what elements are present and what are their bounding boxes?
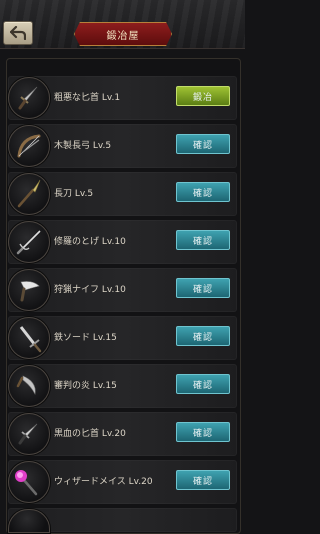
item-name: 木製長弓 Lv.5: [54, 141, 112, 151]
list-item: 審判の炎 Lv.15 確認: [8, 364, 237, 408]
check-button[interactable]: 確認: [176, 182, 230, 202]
list-item: 狩猟ナイフ Lv.10 確認: [8, 268, 237, 312]
list-item: 長刀 Lv.5 確認: [8, 172, 237, 216]
item-name: 審判の炎 Lv.15: [54, 381, 117, 391]
list-item: 黒血の匕首 Lv.20 確認: [8, 412, 237, 456]
item-name: 鉄ソード Lv.15: [54, 333, 117, 343]
title-banner: 鍛冶屋: [74, 22, 172, 46]
wizard-mace-icon: [8, 461, 50, 503]
back-button[interactable]: [3, 21, 33, 45]
check-button[interactable]: 確認: [176, 278, 230, 298]
list-item: 修羅のとげ Lv.10 確認: [8, 220, 237, 264]
item-name: 狩猟ナイフ Lv.10: [54, 285, 126, 295]
bow-icon: [8, 125, 50, 167]
check-button[interactable]: 確認: [176, 470, 230, 490]
check-button[interactable]: 確認: [176, 230, 230, 250]
check-button[interactable]: 確認: [176, 326, 230, 346]
item-name: 修羅のとげ Lv.10: [54, 237, 126, 247]
list-item: 鉄ソード Lv.15 確認: [8, 316, 237, 360]
check-button[interactable]: 確認: [176, 422, 230, 442]
naginata-icon: [8, 173, 50, 215]
list-item-partial: [8, 508, 237, 533]
black-dagger-icon: [8, 413, 50, 455]
back-arrow-icon: [10, 26, 26, 40]
list-item: 粗悪な匕首 Lv.1 鍛冶: [8, 76, 237, 120]
item-name: 長刀 Lv.5: [54, 189, 94, 199]
item-name: 黒血の匕首 Lv.20: [54, 429, 126, 439]
iron-sword-icon: [8, 317, 50, 359]
item-icon: [8, 509, 50, 533]
list-item: 木製長弓 Lv.5 確認: [8, 124, 237, 168]
page-title: 鍛冶屋: [106, 30, 140, 42]
rapier-icon: [8, 221, 50, 263]
hunting-knife-icon: [8, 269, 50, 311]
item-name: 粗悪な匕首 Lv.1: [54, 93, 121, 103]
check-button[interactable]: 確認: [176, 374, 230, 394]
forge-button[interactable]: 鍛冶: [176, 86, 230, 106]
check-button[interactable]: 確認: [176, 134, 230, 154]
list-item: ウィザードメイス Lv.20 確認: [8, 460, 237, 504]
top-bar: 鍛冶屋: [0, 0, 245, 49]
dagger-icon: [8, 77, 50, 119]
curved-blade-icon: [8, 365, 50, 407]
item-name: ウィザードメイス Lv.20: [54, 477, 153, 487]
